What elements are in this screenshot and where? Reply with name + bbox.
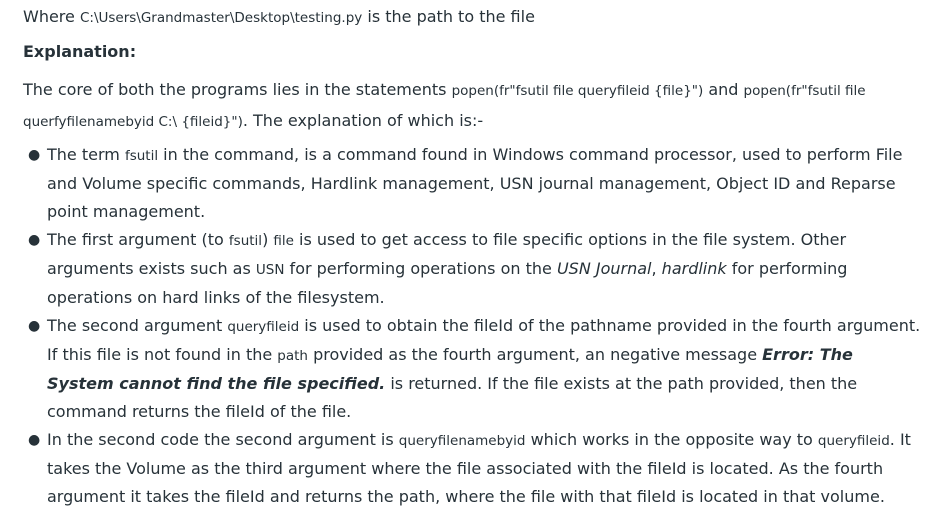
inline-code-popen-filenamebyid-b: querfyfilenamebyid C:\ {fileid}") (23, 114, 243, 130)
inline-code-file: file (273, 233, 294, 249)
inline-code-path: path (277, 348, 308, 364)
inline-code-queryfileid: queryfileid (817, 433, 890, 449)
inline-code-path: C:\Users\Grandmaster\Desktop\testing.py (79, 10, 363, 26)
bullet-icon: ● (28, 232, 41, 248)
explanation-heading: Explanation: (23, 42, 137, 61)
italic-usn-journal: USN Journal (556, 259, 652, 278)
inline-code-popen-queryfileid: popen(fr"fsutil file queryfileid {file}"… (451, 83, 704, 99)
inline-code-popen-filenamebyid-a: popen(fr"fsutil file (743, 83, 866, 99)
list-item: ● The term fsutil in the command, is a co… (28, 141, 925, 226)
article-body: Where C:\Users\Grandmaster\Desktop\testi… (0, 0, 945, 519)
bullet-icon: ● (28, 432, 41, 448)
inline-code-queryfilenamebyid: queryfilenamebyid (398, 433, 526, 449)
inline-code-queryfileid: queryfileid (227, 319, 300, 335)
inline-code-usn: USN (255, 262, 285, 278)
intro-paragraph: Where C:\Users\Grandmaster\Desktop\testi… (23, 7, 535, 26)
list-item: ● The first argument (to fsutil) file is … (28, 226, 925, 312)
list-item: ● In the second code the second argument … (28, 426, 925, 511)
core-paragraph: The core of both the programs lies in th… (23, 80, 866, 130)
bullet-icon: ● (28, 147, 41, 163)
inline-code-fsutil: fsutil (124, 148, 159, 164)
bullet-icon: ● (28, 318, 41, 334)
inline-code-fsutil: fsutil (228, 233, 263, 249)
list-item: ● The second argument queryfileid is used… (28, 312, 925, 426)
explanation-list: ● The term fsutil in the command, is a co… (23, 141, 925, 511)
italic-hardlink: hardlink (661, 259, 727, 278)
